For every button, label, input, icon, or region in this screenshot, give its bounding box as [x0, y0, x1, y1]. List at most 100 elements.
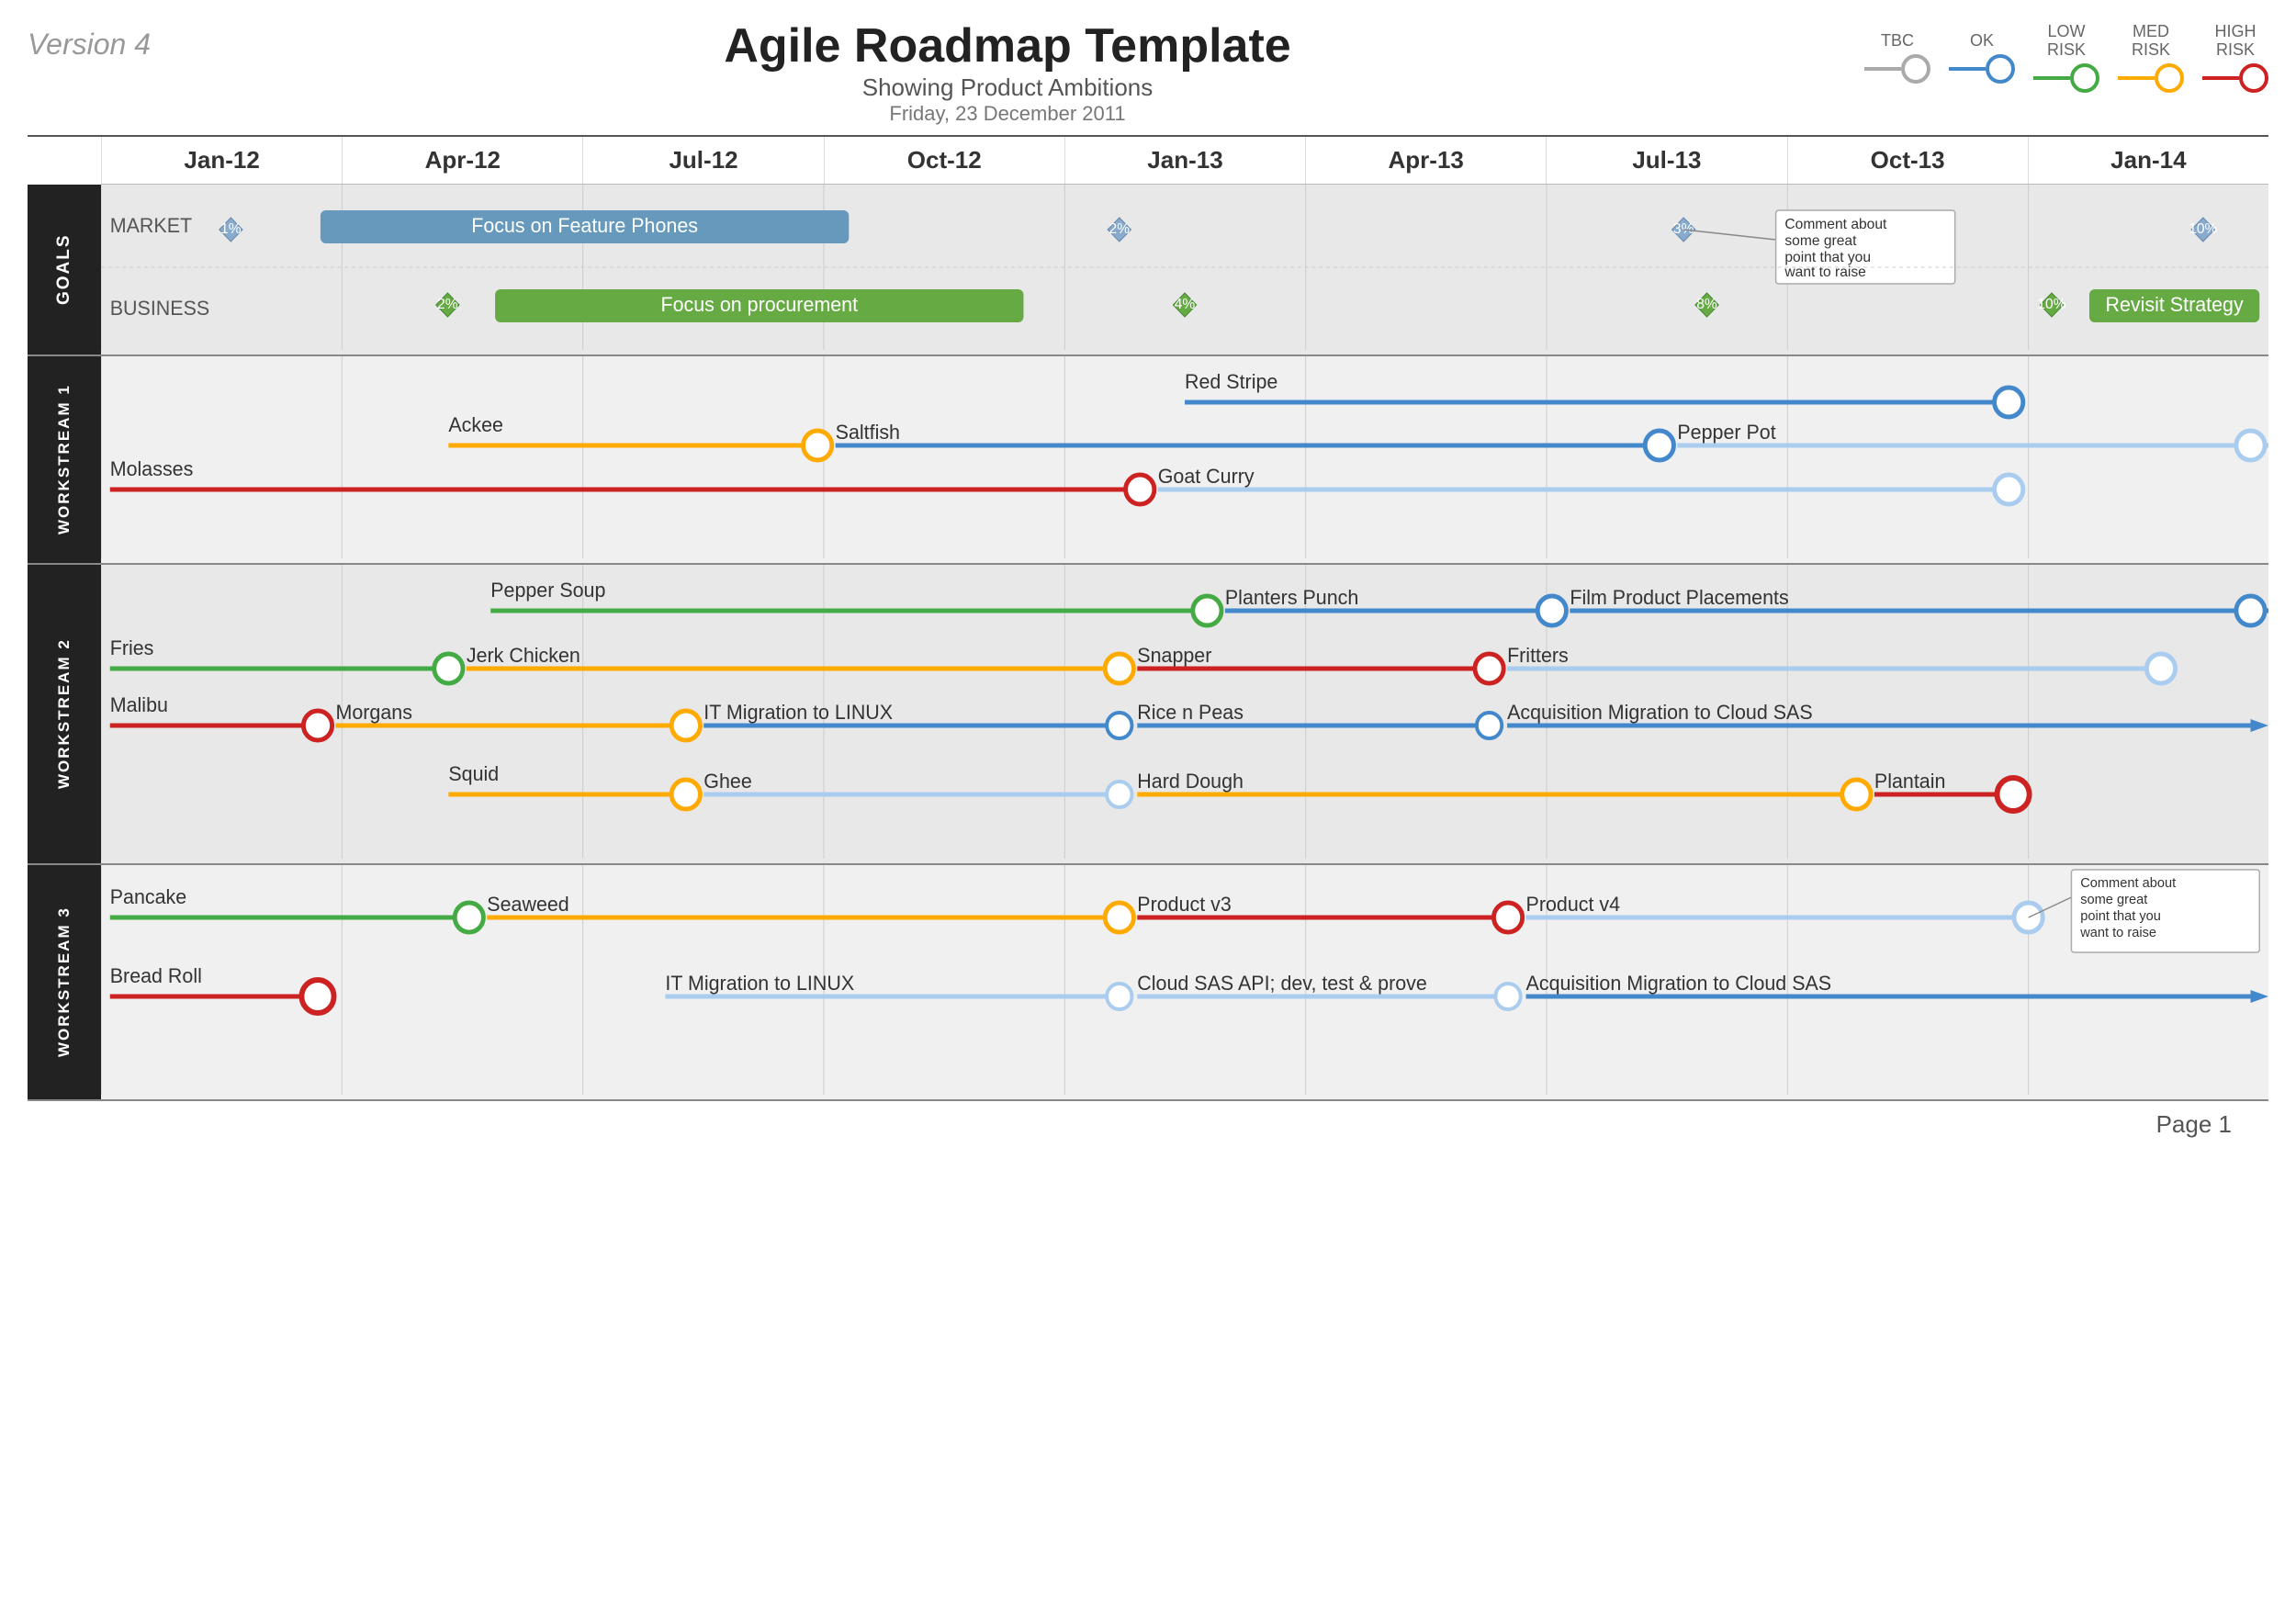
- timeline-col-oct12: Oct-12: [824, 137, 1064, 184]
- svg-text:point that you: point that you: [2080, 909, 2161, 924]
- svg-text:10%: 10%: [2189, 221, 2217, 237]
- ws3-svg: Pancake Seaweed Product v3 Product v4 Co…: [101, 865, 2268, 1095]
- timeline-col-jan12: Jan-12: [101, 137, 342, 184]
- svg-text:want to raise: want to raise: [1784, 264, 1866, 280]
- svg-text:Film Product Placements: Film Product Placements: [1570, 586, 1788, 609]
- timeline-col-jul13: Jul-13: [1546, 137, 1786, 184]
- svg-text:Comment about: Comment about: [2080, 876, 2176, 891]
- svg-text:Red Stripe: Red Stripe: [1185, 370, 1277, 393]
- svg-text:Squid: Squid: [448, 762, 499, 785]
- svg-text:MARKET: MARKET: [110, 214, 192, 237]
- svg-text:2%: 2%: [1109, 221, 1131, 237]
- svg-text:Focus on Feature Phones: Focus on Feature Phones: [471, 214, 698, 237]
- timeline-col-apr13: Apr-13: [1305, 137, 1546, 184]
- svg-text:Acquisition Migration to Cloud: Acquisition Migration to Cloud SAS: [1507, 701, 1813, 724]
- svg-text:Fritters: Fritters: [1507, 644, 1569, 667]
- ws2-content: Pepper Soup Planters Punch Film Product …: [101, 565, 2268, 863]
- legend-low-risk: LOWRISK: [2033, 23, 2099, 93]
- svg-text:Rice n Peas: Rice n Peas: [1137, 701, 1244, 724]
- svg-text:10%: 10%: [2037, 297, 2065, 312]
- version-label: Version 4: [28, 18, 151, 62]
- svg-text:Planters Punch: Planters Punch: [1225, 586, 1358, 609]
- ws1-svg: Red Stripe Ackee Saltfish Pepper Pot Mol…: [101, 356, 2268, 558]
- legend-high-risk-label: HIGHRISK: [2215, 23, 2257, 60]
- ws1-section: WORKSTREAM 1 Red Stripe Ackee: [28, 356, 2268, 565]
- subtitle: Showing Product Ambitions: [151, 73, 1864, 102]
- timeline-col-jan14: Jan-14: [2028, 137, 2268, 184]
- svg-text:Comment about: Comment about: [1784, 217, 1887, 232]
- goals-section: GOALS MARKET Focus on Feature Phones: [28, 185, 2268, 356]
- legend-ok-indicator: [1949, 54, 2015, 84]
- svg-text:Jerk Chicken: Jerk Chicken: [467, 644, 580, 667]
- svg-text:want to raise: want to raise: [2079, 926, 2156, 940]
- svg-text:Cloud SAS API; dev, test & pro: Cloud SAS API; dev, test & prove: [1137, 972, 1426, 995]
- goals-svg: MARKET Focus on Feature Phones 1% 2% 3% …: [101, 185, 2268, 350]
- svg-text:Product v4: Product v4: [1526, 893, 1621, 916]
- svg-text:Pepper Soup: Pepper Soup: [490, 579, 605, 602]
- svg-text:Ackee: Ackee: [448, 413, 503, 436]
- svg-text:8%: 8%: [1696, 297, 1717, 312]
- svg-text:Seaweed: Seaweed: [487, 893, 568, 916]
- svg-text:1%: 1%: [220, 221, 242, 237]
- timeline-header: Jan-12 Apr-12 Jul-12 Oct-12 Jan-13 Apr-1…: [101, 137, 2268, 185]
- legend-tbc-label: TBC: [1881, 31, 1914, 51]
- svg-text:Bread Roll: Bread Roll: [110, 964, 202, 987]
- svg-text:Hard Dough: Hard Dough: [1137, 770, 1244, 793]
- svg-text:Acquisition Migration to Cloud: Acquisition Migration to Cloud SAS: [1526, 972, 1832, 995]
- svg-text:Focus on procurement: Focus on procurement: [661, 293, 859, 316]
- timeline-col-jul12: Jul-12: [582, 137, 823, 184]
- svg-text:IT Migration to LINUX: IT Migration to LINUX: [665, 972, 854, 995]
- svg-text:Ghee: Ghee: [703, 770, 751, 793]
- svg-text:some great: some great: [1784, 233, 1857, 249]
- svg-text:Molasses: Molasses: [110, 457, 194, 480]
- svg-text:Pepper Pot: Pepper Pot: [1677, 421, 1775, 444]
- timeline-col-jan13: Jan-13: [1064, 137, 1305, 184]
- timeline-col-oct13: Oct-13: [1787, 137, 2028, 184]
- legend-med-risk-indicator: [2118, 63, 2184, 93]
- date-text: Friday, 23 December 2011: [151, 102, 1864, 126]
- svg-text:Pancake: Pancake: [110, 885, 186, 908]
- svg-text:Malibu: Malibu: [110, 693, 168, 716]
- ws3-section: WORKSTREAM 3 Pancake Seaweed: [28, 865, 2268, 1101]
- svg-text:Goat Curry: Goat Curry: [1158, 465, 1255, 488]
- ws1-label: WORKSTREAM 1: [28, 356, 101, 563]
- svg-text:4%: 4%: [1175, 297, 1196, 312]
- ws2-svg: Pepper Soup Planters Punch Film Product …: [101, 565, 2268, 859]
- svg-text:point that you: point that you: [1784, 250, 1871, 265]
- svg-text:Saltfish: Saltfish: [836, 421, 900, 444]
- page-container: Version 4 Agile Roadmap Template Showing…: [0, 0, 2296, 1609]
- goals-label: GOALS: [28, 185, 101, 354]
- svg-text:Product v3: Product v3: [1137, 893, 1232, 916]
- legend-med-risk-label: MEDRISK: [2132, 23, 2170, 60]
- legend-ok-label: OK: [1970, 31, 1994, 51]
- legend-tbc: TBC: [1864, 31, 1930, 84]
- svg-text:Morgans: Morgans: [336, 701, 413, 724]
- ws2-label: WORKSTREAM 2: [28, 565, 101, 863]
- page-number: Page 1: [28, 1101, 2268, 1148]
- svg-text:BUSINESS: BUSINESS: [110, 297, 209, 320]
- svg-text:2%: 2%: [437, 297, 458, 312]
- svg-text:Snapper: Snapper: [1137, 644, 1211, 667]
- ws3-label: WORKSTREAM 3: [28, 865, 101, 1099]
- ws2-section: WORKSTREAM 2 Pepper Soup Planters Punch: [28, 565, 2268, 865]
- title-block: Agile Roadmap Template Showing Product A…: [151, 18, 1864, 126]
- goals-content: MARKET Focus on Feature Phones 1% 2% 3% …: [101, 185, 2268, 354]
- legend-med-risk: MEDRISK: [2118, 23, 2184, 93]
- timeline-col-apr12: Apr-12: [342, 137, 582, 184]
- svg-text:3%: 3%: [1673, 221, 1694, 237]
- ws3-content: Pancake Seaweed Product v3 Product v4 Co…: [101, 865, 2268, 1099]
- legend-low-risk-indicator: [2033, 63, 2099, 93]
- svg-text:Plantain: Plantain: [1874, 770, 1946, 793]
- svg-text:some great: some great: [2080, 893, 2147, 907]
- svg-text:Fries: Fries: [110, 636, 154, 659]
- svg-text:Revisit Strategy: Revisit Strategy: [2106, 293, 2244, 316]
- legend-low-risk-label: LOWRISK: [2047, 23, 2086, 60]
- legend-tbc-indicator: [1864, 54, 1930, 84]
- svg-text:IT Migration to LINUX: IT Migration to LINUX: [703, 701, 893, 724]
- legend-high-risk: HIGHRISK: [2202, 23, 2268, 93]
- legend-ok: OK: [1949, 31, 2015, 84]
- ws1-content: Red Stripe Ackee Saltfish Pepper Pot Mol…: [101, 356, 2268, 563]
- main-title: Agile Roadmap Template: [151, 18, 1864, 73]
- legend-high-risk-indicator: [2202, 63, 2268, 93]
- legend: TBC OK LOWRISK: [1864, 18, 2268, 93]
